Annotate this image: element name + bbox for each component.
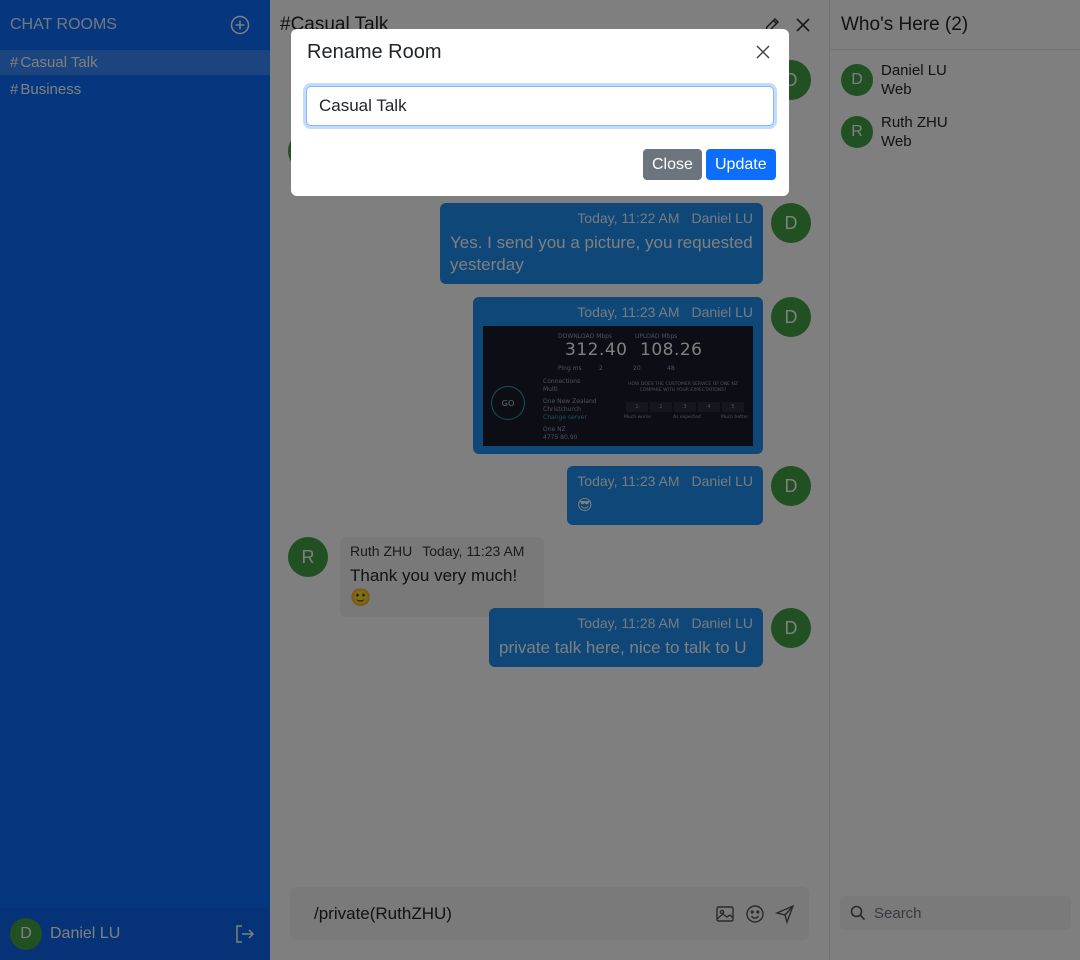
close-icon bbox=[756, 45, 770, 59]
update-button[interactable]: Update bbox=[706, 149, 776, 180]
modal-header: Rename Room bbox=[291, 29, 789, 75]
room-name-input[interactable] bbox=[306, 86, 774, 126]
dismiss-button[interactable] bbox=[755, 44, 771, 60]
close-button[interactable]: Close bbox=[643, 149, 702, 180]
rename-room-dialog: Rename Room Close Update bbox=[291, 29, 789, 196]
modal-title: Rename Room bbox=[307, 40, 442, 63]
